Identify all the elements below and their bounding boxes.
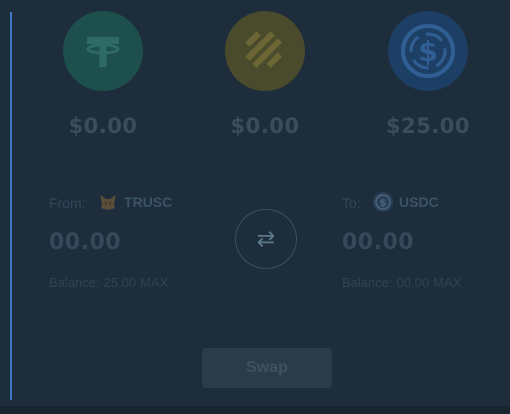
tether-icon (63, 11, 143, 91)
swap-button[interactable]: Swap (202, 348, 332, 388)
to-balance-value: 00.00 (396, 275, 430, 290)
usdt-balance: $0.00 (68, 114, 138, 138)
bottom-edge (0, 406, 510, 414)
busd-icon (225, 11, 305, 91)
usdc-balance: $25.00 (385, 114, 471, 138)
busd-balance: $0.00 (230, 114, 300, 138)
to-balance-label: Balance: (342, 275, 393, 290)
usdc-icon: $ (388, 11, 468, 91)
to-amount-input[interactable]: 00.00 (342, 230, 414, 255)
from-balance-line: Balance: 25.00 MAX (49, 275, 168, 290)
from-label: From: (49, 195, 86, 211)
swap-panel: $ $0.00 $0.00 $25.00 From: TRUSC 00.00 B… (0, 0, 510, 414)
from-balance-label: Balance: (49, 275, 100, 290)
to-label: To: (342, 195, 361, 211)
svg-text:$: $ (380, 198, 387, 209)
from-amount-input[interactable]: 00.00 (49, 230, 121, 255)
fox-icon (98, 192, 118, 212)
usdc-small-icon: $ (373, 192, 393, 212)
from-balance-value: 25.00 (103, 275, 137, 290)
to-token-name: USDC (399, 194, 439, 210)
to-max-button[interactable]: MAX (433, 275, 461, 290)
from-token-selector[interactable]: TRUSC (98, 192, 172, 212)
accent-divider (10, 12, 12, 400)
to-balance-line: Balance: 00.00 MAX (342, 275, 461, 290)
to-token-selector[interactable]: $ USDC (373, 192, 439, 212)
swap-direction-button[interactable]: ⇄ (235, 209, 297, 269)
from-max-button[interactable]: MAX (140, 275, 168, 290)
swap-arrows-icon: ⇄ (256, 226, 276, 252)
from-token-name: TRUSC (124, 194, 173, 210)
svg-text:$: $ (418, 35, 437, 68)
